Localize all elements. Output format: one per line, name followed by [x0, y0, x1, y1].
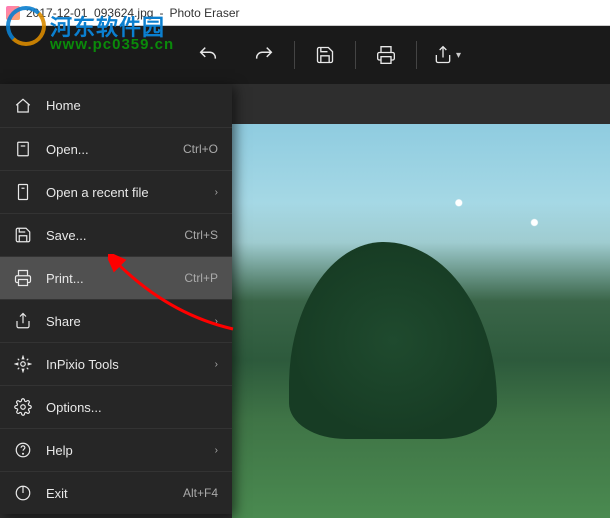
title-appname: Photo Eraser	[169, 6, 239, 20]
toolbar-separator	[294, 41, 295, 69]
chevron-right-icon: ›	[215, 316, 218, 327]
menu-item-label: Save...	[46, 228, 170, 243]
menu-item-label: Options...	[46, 400, 218, 415]
menu-shortcut: Alt+F4	[183, 486, 218, 500]
print-button[interactable]	[358, 26, 414, 84]
share-icon	[14, 312, 32, 330]
menu-item-label: Share	[46, 314, 201, 329]
file-menu: Home Open... Ctrl+O Open a recent file › Save…	[0, 84, 232, 514]
menu-item-label: Open a recent file	[46, 185, 201, 200]
menu-item-help[interactable]: Help ›	[0, 428, 232, 471]
menu-shortcut: Ctrl+O	[183, 142, 218, 156]
exit-icon	[14, 484, 32, 502]
title-filename: 2017-12-01_093624.jpg	[26, 6, 153, 20]
redo-button[interactable]	[236, 26, 292, 84]
menu-shortcut: Ctrl+P	[184, 271, 218, 285]
menu-item-label: Print...	[46, 271, 170, 286]
menu-item-label: Home	[46, 98, 218, 113]
options-icon	[14, 398, 32, 416]
menu-item-label: Help	[46, 443, 201, 458]
image-canvas[interactable]	[232, 124, 610, 518]
share-icon	[433, 45, 453, 65]
menu-item-inpixio-tools[interactable]: InPixio Tools ›	[0, 342, 232, 385]
app-icon	[6, 6, 20, 20]
menu-item-share[interactable]: Share ›	[0, 299, 232, 342]
window-titlebar: 2017-12-01_093624.jpg - Photo Eraser	[0, 0, 610, 26]
menu-item-options[interactable]: Options...	[0, 385, 232, 428]
open-icon	[14, 140, 32, 158]
save-button[interactable]	[297, 26, 353, 84]
menu-item-label: InPixio Tools	[46, 357, 201, 372]
menu-shortcut: Ctrl+S	[184, 228, 218, 242]
undo-button[interactable]	[180, 26, 236, 84]
chevron-down-icon: ▾	[456, 50, 461, 61]
print-icon	[14, 269, 32, 287]
save-icon	[14, 226, 32, 244]
tools-icon	[14, 355, 32, 373]
toolbar-separator	[355, 41, 356, 69]
chevron-right-icon: ›	[215, 187, 218, 198]
menu-item-open-a-recent-file[interactable]: Open a recent file ›	[0, 170, 232, 213]
print-icon	[376, 45, 396, 65]
home-icon	[14, 97, 32, 115]
chevron-right-icon: ›	[215, 359, 218, 370]
redo-icon	[253, 44, 275, 66]
save-icon	[315, 45, 335, 65]
photo-content	[289, 242, 497, 439]
menu-item-save[interactable]: Save... Ctrl+S	[0, 213, 232, 256]
menu-item-label: Open...	[46, 142, 169, 157]
menu-item-label: Exit	[46, 486, 169, 501]
top-toolbar: ▾	[0, 26, 610, 84]
toolbar-separator	[416, 41, 417, 69]
undo-icon	[197, 44, 219, 66]
chevron-right-icon: ›	[215, 445, 218, 456]
menu-item-home[interactable]: Home	[0, 84, 232, 127]
title-sep: -	[159, 6, 163, 20]
menu-item-exit[interactable]: Exit Alt+F4	[0, 471, 232, 514]
help-icon	[14, 441, 32, 459]
menu-item-open[interactable]: Open... Ctrl+O	[0, 127, 232, 170]
share-button[interactable]: ▾	[419, 26, 475, 84]
recent-icon	[14, 183, 32, 201]
menu-item-print[interactable]: Print... Ctrl+P	[0, 256, 232, 299]
photo-content	[232, 124, 610, 518]
